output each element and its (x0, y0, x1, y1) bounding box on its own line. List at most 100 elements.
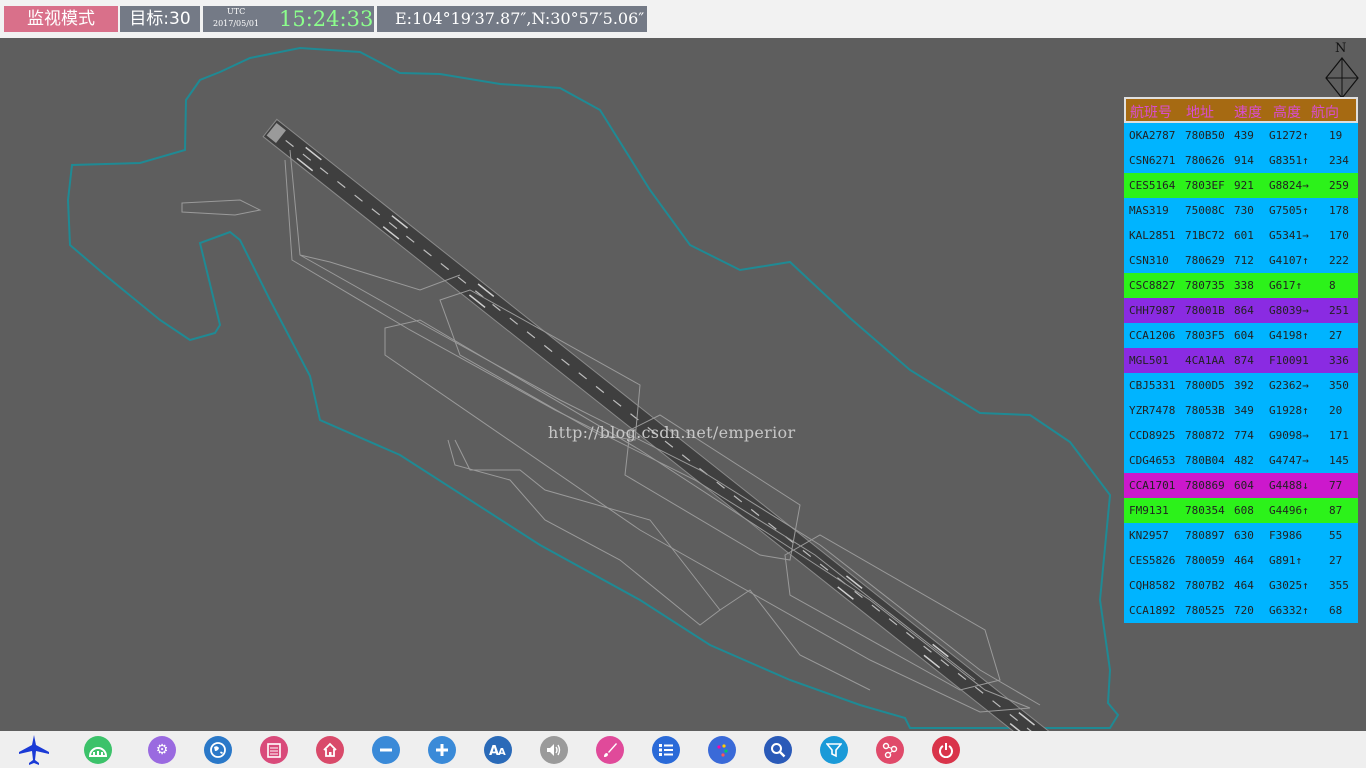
callsign-cell: CSN6271 (1129, 154, 1176, 167)
address-cell: 78001B (1185, 304, 1225, 317)
callsign-cell: YZR7478 (1129, 404, 1176, 417)
table-row[interactable]: CES5826 780059 464 G891↑ 27 (1124, 548, 1358, 573)
heading-cell: 87 (1329, 504, 1343, 517)
address-cell: 780735 (1185, 279, 1225, 292)
power-icon[interactable] (932, 736, 960, 764)
mode-label[interactable]: 监视模式 (4, 6, 118, 32)
table-row[interactable]: KAL2851 71BC72 601 G5341→ 170 (1124, 223, 1358, 248)
zoom-out-icon[interactable] (372, 736, 400, 764)
heading-cell: 55 (1329, 529, 1343, 542)
heading-cell: 8 (1329, 279, 1336, 292)
table-row[interactable]: FM9131 780354 608 G4496↑ 87 (1124, 498, 1358, 523)
table-row[interactable]: MGL501 4CA1AA 874 F10091 336 (1124, 348, 1358, 373)
callsign-cell: CES5826 (1129, 554, 1176, 567)
altitude-cell: G617↑ (1269, 279, 1303, 292)
heading-cell: 77 (1329, 479, 1343, 492)
table-row[interactable]: CDG4653 780B04 482 G4747→ 145 (1124, 448, 1358, 473)
speed-cell: 608 (1234, 504, 1254, 517)
header-callsign: 航班号 (1130, 105, 1172, 121)
heading-cell: 336 (1329, 354, 1349, 367)
speed-cell: 914 (1234, 154, 1254, 167)
table-row[interactable]: MAS319 75008C 730 G7505↑ 178 (1124, 198, 1358, 223)
heading-cell: 145 (1329, 454, 1349, 467)
speed-cell: 774 (1234, 429, 1254, 442)
altitude-cell: G3025↑ (1269, 579, 1309, 592)
palette-icon[interactable] (708, 736, 736, 764)
list-icon[interactable] (652, 736, 680, 764)
heading-cell: 19 (1329, 129, 1343, 142)
table-row[interactable]: CSN6271 780626 914 G8351↑ 234 (1124, 148, 1358, 173)
callsign-cell: CBJ5331 (1129, 379, 1176, 392)
table-row[interactable]: CCA1206 7803F5 604 G4198↑ 27 (1124, 323, 1358, 348)
north-arrow: N (1318, 40, 1366, 102)
callsign-cell: CCA1892 (1129, 604, 1176, 617)
header-speed: 速度 (1234, 105, 1262, 121)
heading-cell: 171 (1329, 429, 1349, 442)
table-row[interactable]: OKA2787 780B50 439 G1272↑ 19 (1124, 123, 1358, 148)
altitude-cell: G8824→ (1269, 179, 1309, 192)
table-row[interactable]: KN2957 780897 630 F3986 55 (1124, 523, 1358, 548)
flight-table-header: 航班号 地址 速度 高度 航向 (1124, 97, 1358, 123)
heading-cell: 178 (1329, 204, 1349, 217)
speed-cell: 464 (1234, 579, 1254, 592)
address-cell: 78053B (1185, 404, 1225, 417)
table-row[interactable]: CSC8827 780735 338 G617↑ 8 (1124, 273, 1358, 298)
radar-icon[interactable] (84, 736, 112, 764)
font-size-icon[interactable]: AA (484, 736, 512, 764)
altitude-cell: G9098→ (1269, 429, 1309, 442)
zoom-in-icon[interactable] (428, 736, 456, 764)
callsign-cell: CSC8827 (1129, 279, 1176, 292)
speed-cell: 601 (1234, 229, 1254, 242)
table-row[interactable]: YZR7478 78053B 349 G1928↑ 20 (1124, 398, 1358, 423)
header-address: 地址 (1186, 105, 1214, 121)
flight-list-table: 航班号 地址 速度 高度 航向 OKA2787 780B50 439 G1272↑ 19… (1124, 97, 1358, 623)
address-cell: 4CA1AA (1185, 354, 1225, 367)
heading-cell: 170 (1329, 229, 1349, 242)
heading-cell: 350 (1329, 379, 1349, 392)
heading-cell: 20 (1329, 404, 1343, 417)
speed-cell: 464 (1234, 554, 1254, 567)
search-icon[interactable] (764, 736, 792, 764)
utc-clock: UTC 2017/05/01 15:24:33 (203, 6, 374, 32)
table-row[interactable]: CQH8582 7807B2 464 G3025↑ 355 (1124, 573, 1358, 598)
heading-cell: 222 (1329, 254, 1349, 267)
callsign-cell: CCD8925 (1129, 429, 1176, 442)
table-row[interactable]: CHH7987 78001B 864 G8039→ 251 (1124, 298, 1358, 323)
altitude-cell: G8351↑ (1269, 154, 1309, 167)
utc-label: UTC (227, 7, 246, 16)
heading-cell: 355 (1329, 579, 1349, 592)
brush-icon[interactable] (596, 736, 624, 764)
volume-icon[interactable] (540, 736, 568, 764)
altitude-cell: G891↑ (1269, 554, 1303, 567)
speed-cell: 730 (1234, 204, 1254, 217)
share-icon[interactable] (876, 736, 904, 764)
home-icon[interactable] (316, 736, 344, 764)
notepad-icon[interactable] (260, 736, 288, 764)
watermark: http://blog.csdn.net/emperior (548, 423, 796, 442)
heading-cell: 27 (1329, 554, 1343, 567)
address-cell: 7800D5 (1185, 379, 1225, 392)
settings-icon[interactable]: ⚙ (148, 736, 176, 764)
table-row[interactable]: CCA1892 780525 720 G6332↑ 68 (1124, 598, 1358, 623)
address-cell: 7807B2 (1185, 579, 1225, 592)
speed-cell: 392 (1234, 379, 1254, 392)
airplane-icon[interactable] (17, 733, 51, 767)
callsign-cell: KAL2851 (1129, 229, 1176, 242)
altitude-cell: G4488↓ (1269, 479, 1309, 492)
speed-cell: 482 (1234, 454, 1254, 467)
filter-icon[interactable] (820, 736, 848, 764)
table-row[interactable]: CBJ5331 7800D5 392 G2362→ 350 (1124, 373, 1358, 398)
callsign-cell: CCA1206 (1129, 329, 1176, 342)
globe-icon[interactable] (204, 736, 232, 764)
speed-cell: 630 (1234, 529, 1254, 542)
table-row[interactable]: CCA1701 780869 604 G4488↓ 77 (1124, 473, 1358, 498)
altitude-cell: G4747→ (1269, 454, 1309, 467)
callsign-cell: MAS319 (1129, 204, 1169, 217)
table-row[interactable]: CCD8925 780872 774 G9098→ 171 (1124, 423, 1358, 448)
bottom-toolbar: ⚙ A A (0, 731, 1366, 768)
address-cell: 780872 (1185, 429, 1225, 442)
callsign-cell: CCA1701 (1129, 479, 1176, 492)
cursor-coordinates: E:104°19′37.87″,N:30°57′5.06″ (377, 6, 647, 32)
table-row[interactable]: CSN310 780629 712 G4107↑ 222 (1124, 248, 1358, 273)
table-row[interactable]: CES5164 7803EF 921 G8824→ 259 (1124, 173, 1358, 198)
